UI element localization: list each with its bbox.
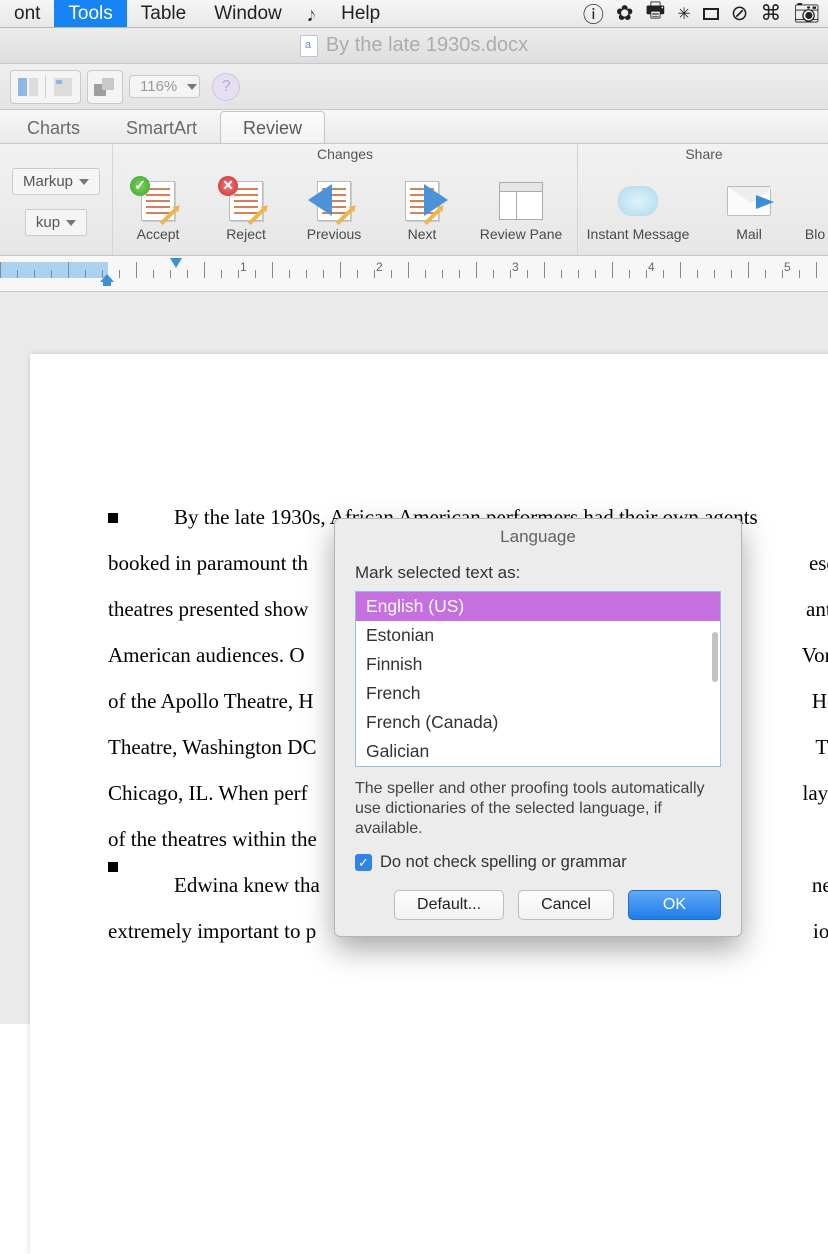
zoom-dropdown-icon[interactable] <box>187 84 197 90</box>
ruler-num: 2 <box>376 260 383 274</box>
menu-tools[interactable]: Tools <box>54 0 126 27</box>
scrollbar-thumb[interactable] <box>712 632 718 682</box>
next-button[interactable]: Next <box>385 180 459 242</box>
hanging-indent-marker[interactable] <box>100 274 114 286</box>
ribbon-tabs: Charts SmartArt Review <box>0 110 828 144</box>
x-icon: ✕ <box>218 176 238 196</box>
horizontal-ruler[interactable]: 1 2 3 4 5 <box>0 256 828 292</box>
language-item-french[interactable]: French <box>356 679 720 708</box>
language-item-french-canada[interactable]: French (Canada) <box>356 708 720 737</box>
dialog-label: Mark selected text as: <box>355 563 721 583</box>
camera-icon[interactable]: 📷︎ <box>793 2 820 26</box>
language-item-estonian[interactable]: Estonian <box>356 621 720 650</box>
arrange-group <box>87 70 123 104</box>
section-label-changes: Changes <box>317 146 373 166</box>
chevron-down-icon <box>79 179 89 185</box>
section-label-share: Share <box>685 146 722 166</box>
section-label-empty <box>54 146 58 166</box>
reject-button[interactable]: ✕ Reject <box>209 180 283 242</box>
menubar-status-icons: ⓘ ✿ 🖶 ✳ ⊘ ⌘ 📷︎ <box>583 0 828 31</box>
standard-toolbar: 116% ? <box>0 64 828 110</box>
bullet-icon <box>108 862 118 872</box>
printer-icon[interactable]: 🖶 <box>645 0 665 31</box>
checkbox-label: Do not check spelling or grammar <box>380 853 627 872</box>
zoom-group: 116% <box>129 75 200 98</box>
language-item-galician[interactable]: Galician <box>356 737 720 766</box>
menu-window[interactable]: Window <box>200 0 296 27</box>
language-item-german[interactable]: German <box>356 766 720 767</box>
envelope-icon <box>727 186 771 216</box>
ruler-num: 1 <box>240 260 247 274</box>
arrange-icon[interactable] <box>90 73 120 101</box>
tab-charts[interactable]: Charts <box>4 111 103 143</box>
ruler-num: 5 <box>784 260 791 274</box>
zoom-value[interactable]: 116% <box>132 78 185 95</box>
evernote-icon[interactable]: ✿ <box>616 1 634 26</box>
dialog-info-text: The speller and other proofing tools aut… <box>355 779 721 839</box>
ribbon-section-changes: Changes ✓ Accept ✕ Reject Previous Next … <box>113 144 578 255</box>
blog-button-partial[interactable]: Blo <box>800 180 828 242</box>
default-button[interactable]: Default... <box>394 890 504 920</box>
tab-smartart[interactable]: SmartArt <box>103 111 220 143</box>
bullet-icon <box>108 513 118 523</box>
language-list[interactable]: English (US) Estonian Finnish French Fre… <box>355 591 721 767</box>
dialog-title: Language <box>335 519 741 553</box>
checkbox-checked-icon[interactable]: ✓ <box>355 854 372 871</box>
ribbon-section-share: Share Instant Message Mail Blo <box>578 144 828 255</box>
menu-table[interactable]: Table <box>127 0 200 27</box>
layout-view-group <box>10 70 81 104</box>
pane-icon <box>499 182 543 220</box>
do-not-check-checkbox-row[interactable]: ✓ Do not check spelling or grammar <box>355 853 721 872</box>
document-title: By the late 1930s.docx <box>326 34 528 57</box>
info-icon[interactable]: ⓘ <box>583 0 604 29</box>
ribbon-review: Markup kup Changes ✓ Accept ✕ Reject Pre… <box>0 144 828 256</box>
ruler-num: 4 <box>648 260 655 274</box>
language-item-finnish[interactable]: Finnish <box>356 650 720 679</box>
command-icon[interactable]: ⌘ <box>760 1 781 26</box>
first-line-indent-marker[interactable] <box>170 258 182 268</box>
chevron-down-icon <box>66 220 76 226</box>
check-icon: ✓ <box>130 176 150 196</box>
tab-review[interactable]: Review <box>220 111 325 143</box>
ribbon-section-tracking: Markup kup <box>0 144 113 255</box>
markup-display-dropdown[interactable]: Markup <box>12 168 100 195</box>
language-dialog: Language Mark selected text as: English … <box>334 518 742 937</box>
markup-options-dropdown[interactable]: kup <box>25 209 87 236</box>
arrow-left-icon <box>308 184 332 216</box>
sparkle-icon[interactable]: ✳ <box>677 4 690 24</box>
mail-button[interactable]: Mail <box>712 180 786 242</box>
mac-menubar: ont Tools Table Window 𝆕 Help ⓘ ✿ 🖶 ✳ ⊘ … <box>0 0 828 28</box>
accept-button[interactable]: ✓ Accept <box>121 180 195 242</box>
language-item-english-us[interactable]: English (US) <box>356 592 720 621</box>
menu-font-partial[interactable]: ont <box>0 0 54 27</box>
script-menu-icon[interactable]: 𝆕 <box>296 1 327 27</box>
layout-split-icon[interactable] <box>13 73 43 101</box>
nosign-icon[interactable]: ⊘ <box>731 1 749 26</box>
chat-bubble-icon <box>618 186 658 216</box>
layout-page-icon[interactable] <box>48 73 78 101</box>
instant-message-button[interactable]: Instant Message <box>578 180 698 242</box>
menu-help[interactable]: Help <box>327 0 394 27</box>
ok-button[interactable]: OK <box>628 890 721 920</box>
help-icon[interactable]: ? <box>212 73 240 101</box>
previous-button[interactable]: Previous <box>297 180 371 242</box>
ruler-num: 3 <box>512 260 519 274</box>
document-icon <box>300 35 318 57</box>
cancel-button[interactable]: Cancel <box>518 890 614 920</box>
review-pane-button[interactable]: Review Pane <box>473 180 569 242</box>
window-titlebar: By the late 1930s.docx <box>0 28 828 64</box>
picture-icon[interactable] <box>703 8 719 20</box>
